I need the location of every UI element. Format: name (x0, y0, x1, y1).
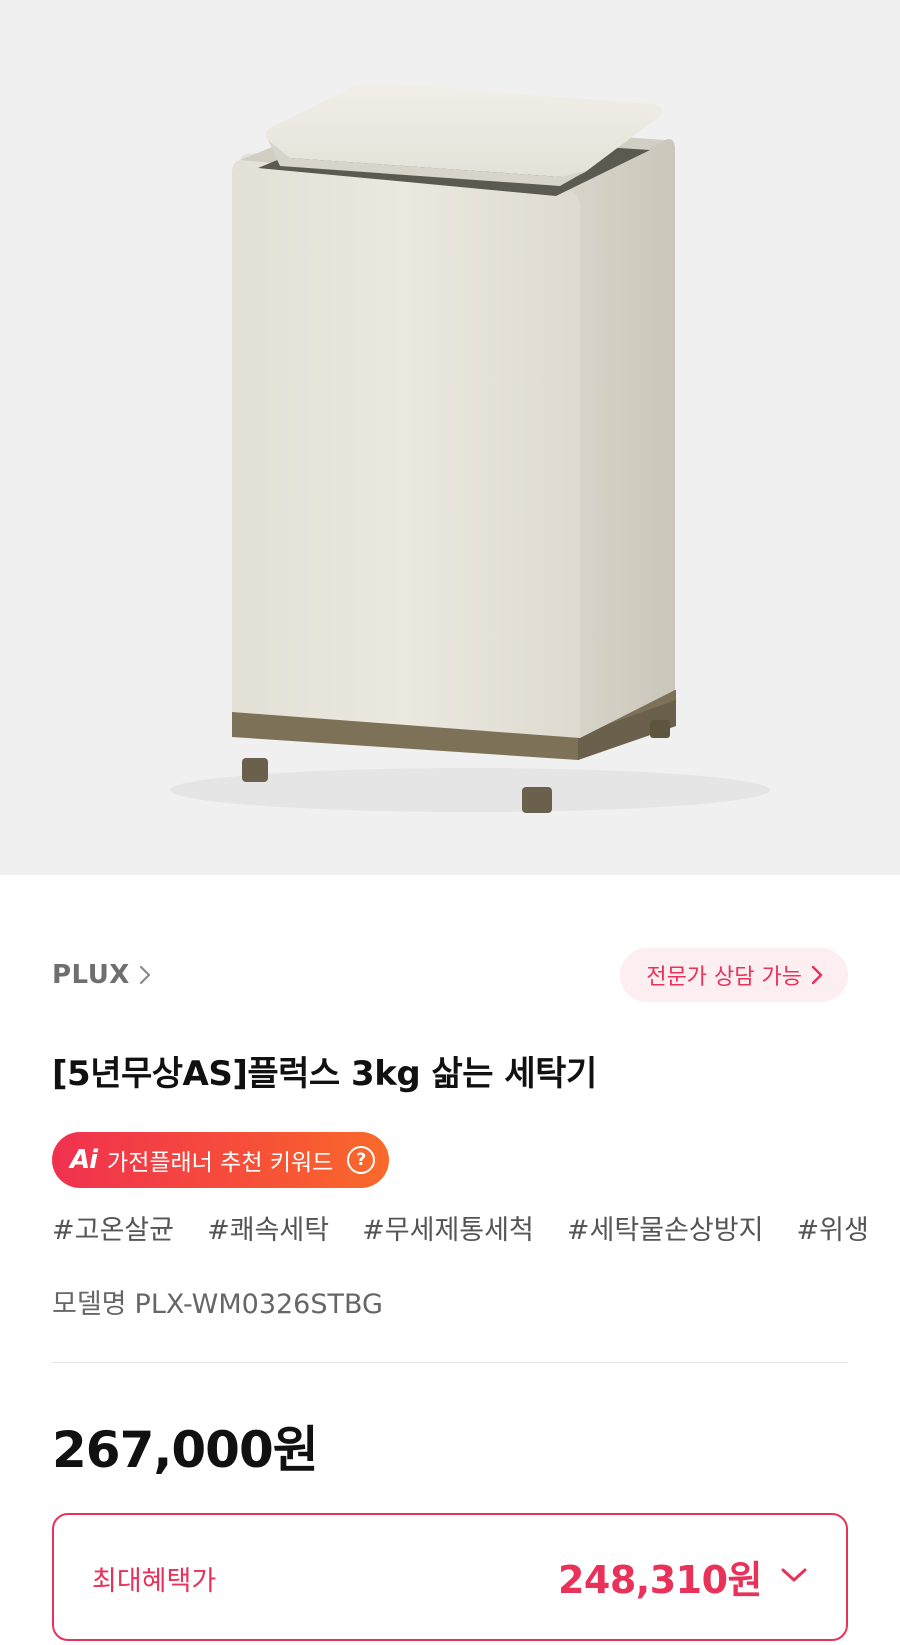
ai-logo: Ai (70, 1145, 98, 1175)
divider (52, 1362, 848, 1363)
washing-machine-illustration (170, 82, 770, 813)
expert-consult-button[interactable]: 전문가 상담 가능 (620, 948, 848, 1002)
keyword-tag[interactable]: #고온살균 (52, 1208, 174, 1247)
model-info: 모델명 PLX-WM0326STBG (52, 1282, 383, 1321)
product-image[interactable] (0, 0, 900, 875)
question-circle-icon[interactable]: ? (347, 1146, 376, 1174)
model-value: PLX-WM0326STBG (134, 1289, 383, 1320)
chevron-right-icon (811, 965, 823, 985)
product-title: [5년무상AS]플럭스 3kg 삶는 세탁기 (52, 1054, 597, 1094)
max-benefit-label: 최대혜택가 (92, 1566, 217, 1597)
max-benefit-price: 248,310원 (557, 1558, 763, 1602)
chevron-right-icon (139, 965, 150, 985)
keyword-tags: #고온살균 #쾌속세탁 #무세제통세척 #세탁물손상방지 #위생 (52, 1208, 900, 1252)
brand-row: PLUX 전문가 상담 가능 (52, 948, 848, 1008)
model-label: 모델명 (52, 1289, 127, 1320)
keyword-tag[interactable]: #쾌속세탁 (207, 1208, 329, 1247)
brand-name: PLUX (52, 960, 130, 990)
expert-consult-label: 전문가 상담 가능 (646, 965, 802, 990)
brand-link[interactable]: PLUX (52, 960, 152, 990)
chevron-down-icon (781, 1568, 807, 1582)
keyword-tag[interactable]: #위생 (797, 1208, 869, 1247)
keyword-tag[interactable]: #세탁물손상방지 (567, 1208, 764, 1247)
max-benefit-price-box[interactable]: 최대혜택가 248,310원 (52, 1513, 848, 1641)
ai-keyword-label: 가전플래너 추천 키워드 (107, 1150, 334, 1176)
keyword-tag[interactable]: #무세제통세척 (362, 1208, 534, 1247)
ai-keyword-chip[interactable]: Ai 가전플래너 추천 키워드 ? (52, 1132, 390, 1188)
product-price: 267,000원 (52, 1421, 319, 1479)
